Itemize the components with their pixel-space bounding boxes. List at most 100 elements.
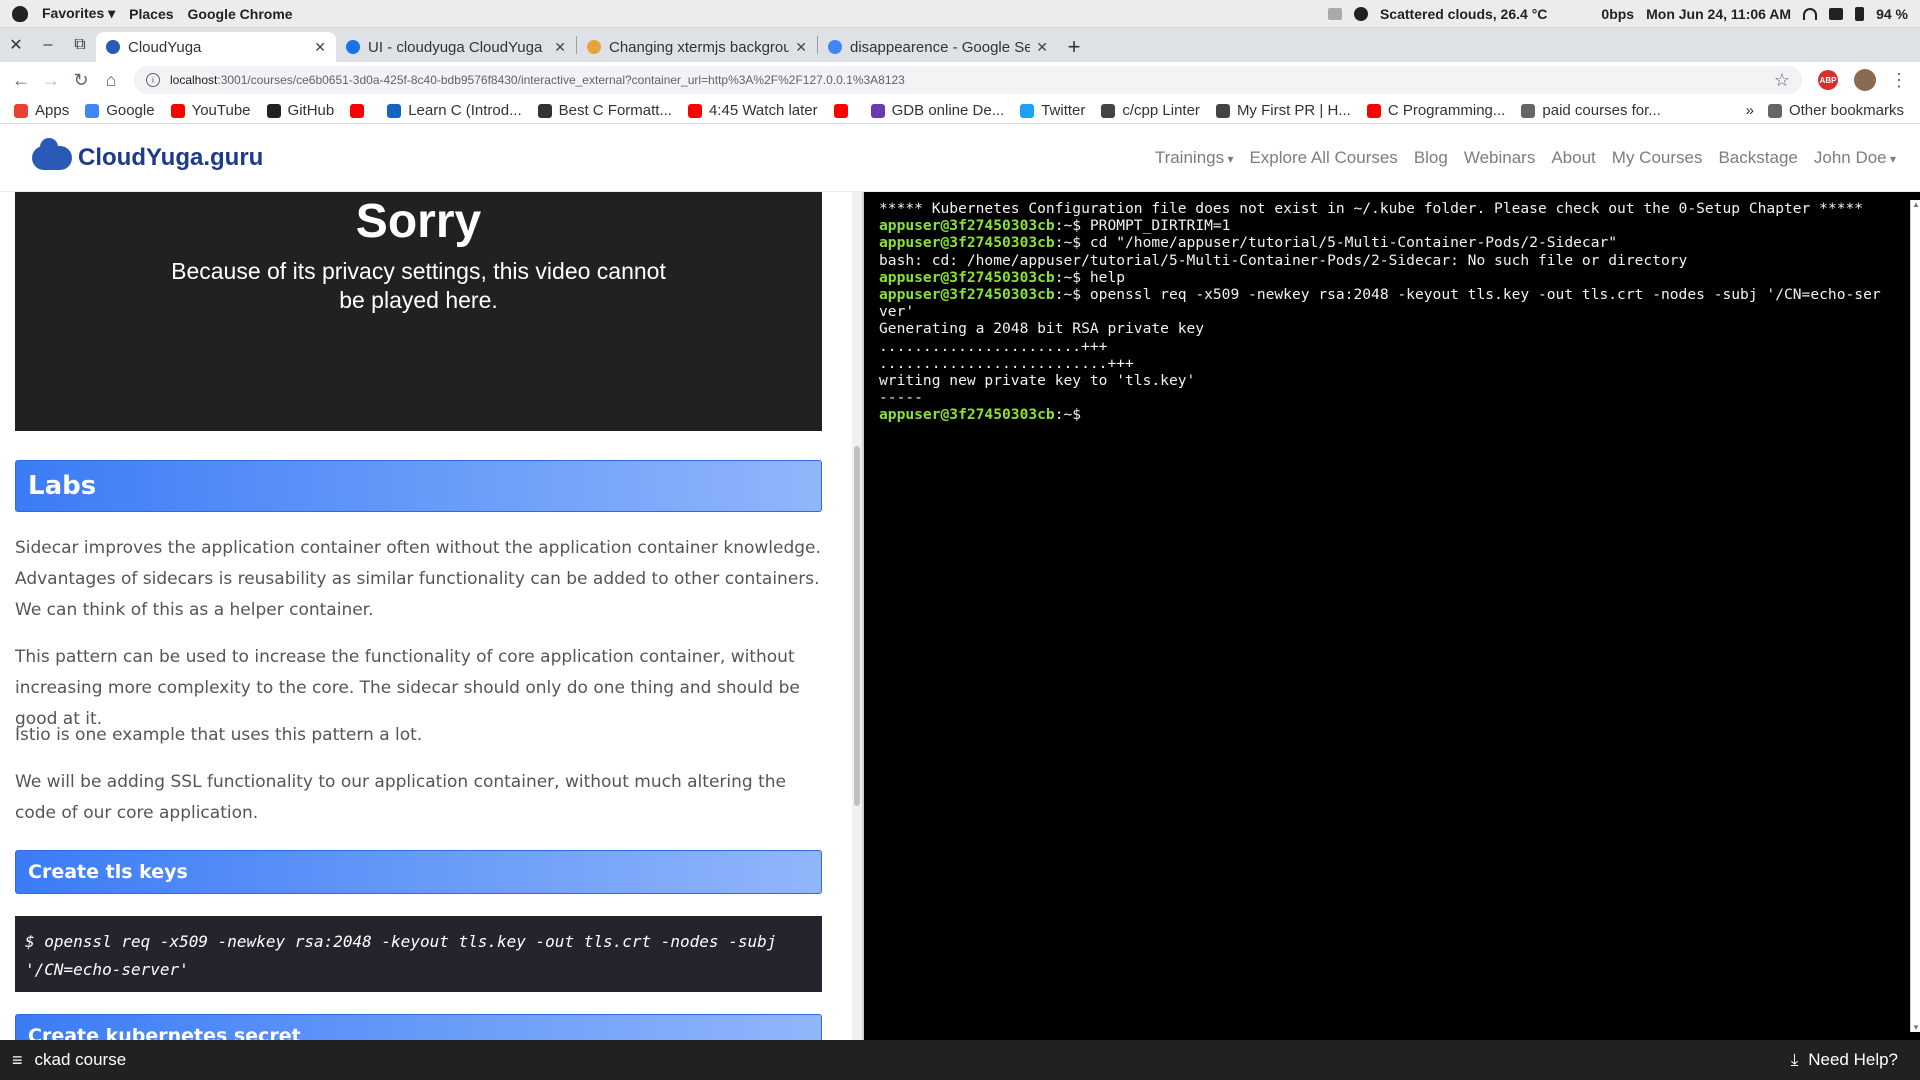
- bookmark-cpp-linter[interactable]: c/cpp Linter: [1101, 102, 1200, 119]
- scroll-down-icon[interactable]: ▼: [1912, 1023, 1920, 1032]
- tab-ui-cloudyuga[interactable]: UI - cloudyuga CloudYuga ✕: [336, 32, 576, 62]
- battery-icon[interactable]: [1855, 6, 1865, 21]
- bookmark-label: My First PR | H...: [1236, 102, 1351, 119]
- chrome-menu-icon[interactable]: ⋮: [1884, 65, 1914, 95]
- bookmark-c-programming[interactable]: C Programming...: [1366, 102, 1505, 119]
- terminal-prompt: appuser@3f27450303cb: [879, 268, 1055, 286]
- bookmark-watch-later[interactable]: 4:45 Watch later: [687, 102, 818, 119]
- bookmark-gdb-online[interactable]: GDB online De...: [870, 102, 1004, 119]
- bookmark-github[interactable]: GitHub: [266, 102, 334, 119]
- video-error-message: Because of its privacy settings, this vi…: [171, 258, 666, 313]
- nav-explore-all-courses[interactable]: Explore All Courses: [1249, 148, 1397, 168]
- scroll-up-icon[interactable]: ▲: [1912, 200, 1920, 209]
- youtube-icon: [1366, 103, 1381, 118]
- labs-heading: Labs: [15, 460, 822, 512]
- video-player[interactable]: Sorry Because of its privacy settings, t…: [15, 192, 822, 431]
- tab-title: disappearence - Google Se: [850, 38, 1031, 56]
- site-info-icon[interactable]: i: [146, 73, 160, 87]
- folder-icon: [1767, 103, 1782, 118]
- bookmarks-overflow-icon[interactable]: »: [1746, 102, 1754, 119]
- url-path: :3001/courses/ce6b0651-3d0a-425f-8c40-bd…: [217, 73, 905, 87]
- nav-user-menu[interactable]: John Doe: [1814, 148, 1896, 168]
- nav-blog[interactable]: Blog: [1414, 148, 1448, 168]
- tab-close-icon[interactable]: ✕: [554, 39, 566, 56]
- cb-icon: [537, 103, 552, 118]
- volume-icon[interactable]: [1829, 7, 1844, 20]
- reload-icon[interactable]: ↻: [66, 65, 96, 95]
- url-host: localhost: [170, 73, 218, 87]
- bookmark-twitter[interactable]: Twitter: [1020, 102, 1085, 119]
- home-icon[interactable]: ⌂: [96, 65, 126, 95]
- os-top-bar: Favorites ▾ Places Google Chrome Scatter…: [0, 0, 1920, 28]
- favorites-menu[interactable]: Favorites ▾: [42, 5, 115, 22]
- window-close-icon[interactable]: ✕: [0, 28, 32, 62]
- bookmark-youtube-3[interactable]: [833, 103, 855, 118]
- cloudyuga-logo[interactable]: CloudYuga.guru: [32, 138, 264, 172]
- other-bookmarks[interactable]: Other bookmarks: [1767, 102, 1904, 119]
- nav-trainings[interactable]: Trainings: [1155, 148, 1234, 168]
- tab-close-icon[interactable]: ✕: [795, 39, 807, 56]
- nav-my-courses[interactable]: My Courses: [1612, 148, 1703, 168]
- terminal-text: ver': [879, 303, 915, 321]
- bookmark-youtube[interactable]: YouTube: [170, 102, 251, 119]
- hamburger-menu-icon[interactable]: ≡: [12, 1050, 23, 1071]
- globe-icon: [1215, 103, 1230, 118]
- bookmark-star-icon[interactable]: ☆: [1774, 70, 1790, 91]
- active-app-label[interactable]: Google Chrome: [188, 6, 293, 22]
- code-block[interactable]: $ openssl req -x509 -newkey rsa:2048 -ke…: [15, 916, 822, 992]
- adblock-plus-icon[interactable]: ABP: [1818, 70, 1838, 90]
- need-help-button[interactable]: ⤓ Need Help?: [1791, 1050, 1898, 1070]
- bookmarks-bar: Apps Google YouTube GitHub Learn C (Intr…: [0, 98, 1920, 124]
- bookmark-paid-courses[interactable]: paid courses for...: [1521, 102, 1661, 119]
- gdb-icon: [870, 103, 885, 118]
- forward-icon[interactable]: →: [36, 65, 66, 95]
- tab-cloudyuga[interactable]: CloudYuga ✕: [96, 32, 336, 62]
- bookmark-google[interactable]: Google: [85, 102, 155, 119]
- terminal-line: appuser@3f27450303cb:~$ cd "/home/appuse…: [879, 234, 1884, 251]
- terminal[interactable]: ***** Kubernetes Configuration file does…: [864, 192, 1920, 1040]
- bookmark-label: Google: [106, 102, 155, 119]
- window-restore-icon[interactable]: ⧉: [64, 28, 96, 62]
- terminal-line: writing new private key to 'tls.key': [879, 372, 1884, 389]
- terminal-line: bash: cd: /home/appuser/tutorial/5-Multi…: [879, 252, 1884, 269]
- github-icon: [266, 103, 281, 118]
- new-tab-icon[interactable]: +: [1058, 32, 1090, 62]
- terminal-scrollbar[interactable]: ▲ ▼: [1910, 200, 1920, 1032]
- terminal-text: :~$ PROMPT_DIRTRIM=1: [1054, 217, 1231, 235]
- terminal-text: :~$ help: [1054, 268, 1126, 286]
- address-bar[interactable]: i localhost:3001/courses/ce6b0651-3d0a-4…: [134, 66, 1802, 94]
- terminal-line: appuser@3f27450303cb:~$ openssl req -x50…: [879, 286, 1884, 303]
- course-title[interactable]: ckad course: [35, 1050, 127, 1070]
- tab-title: CloudYuga: [128, 38, 202, 56]
- paragraph: Istio is one example that uses this patt…: [15, 725, 423, 745]
- content-scrollbar[interactable]: [852, 192, 862, 1040]
- bookmark-learn-c[interactable]: Learn C (Introd...: [387, 102, 522, 119]
- bookmark-first-pr[interactable]: My First PR | H...: [1215, 102, 1351, 119]
- browser-toolbar: ← → ↻ ⌂ i localhost:3001/courses/ce6b065…: [0, 62, 1920, 98]
- terminal-text: :~$ openssl req -x509 -newkey rsa:2048 -…: [1054, 286, 1881, 304]
- clock[interactable]: Mon Jun 24, 11:06 AM: [1646, 6, 1791, 22]
- weather-text[interactable]: Scattered clouds, 26.4 °C: [1380, 6, 1547, 22]
- tab-xtermjs[interactable]: Changing xtermjs backgrou ✕: [577, 32, 817, 62]
- places-menu[interactable]: Places: [129, 6, 173, 22]
- bookmark-best-c-formatter[interactable]: Best C Formatt...: [537, 102, 672, 119]
- wifi-icon[interactable]: [1803, 7, 1818, 20]
- tab-close-icon[interactable]: ✕: [1036, 39, 1048, 56]
- network-speed: 0bps: [1601, 5, 1635, 22]
- nav-about[interactable]: About: [1551, 148, 1595, 168]
- tab-title: Changing xtermjs backgrou: [609, 38, 790, 56]
- profile-avatar[interactable]: [1854, 69, 1876, 91]
- tab-close-icon[interactable]: ✕: [314, 39, 326, 56]
- bookmark-apps[interactable]: Apps: [14, 102, 69, 119]
- window-minimize-icon[interactable]: –: [32, 28, 64, 62]
- scrollbar-thumb[interactable]: [854, 446, 860, 806]
- nav-backstage[interactable]: Backstage: [1718, 148, 1797, 168]
- apple-icon[interactable]: [12, 5, 28, 22]
- terminal-text: ***** Kubernetes Configuration file does…: [879, 200, 1864, 217]
- bookmark-youtube-2[interactable]: [350, 103, 371, 118]
- tab-google-search[interactable]: disappearence - Google Se ✕: [818, 32, 1058, 62]
- back-icon[interactable]: ←: [6, 65, 36, 95]
- terminal-prompt: appuser@3f27450303cb: [879, 406, 1055, 424]
- logo-text: CloudYuga.guru: [78, 144, 264, 171]
- nav-webinars[interactable]: Webinars: [1464, 148, 1536, 168]
